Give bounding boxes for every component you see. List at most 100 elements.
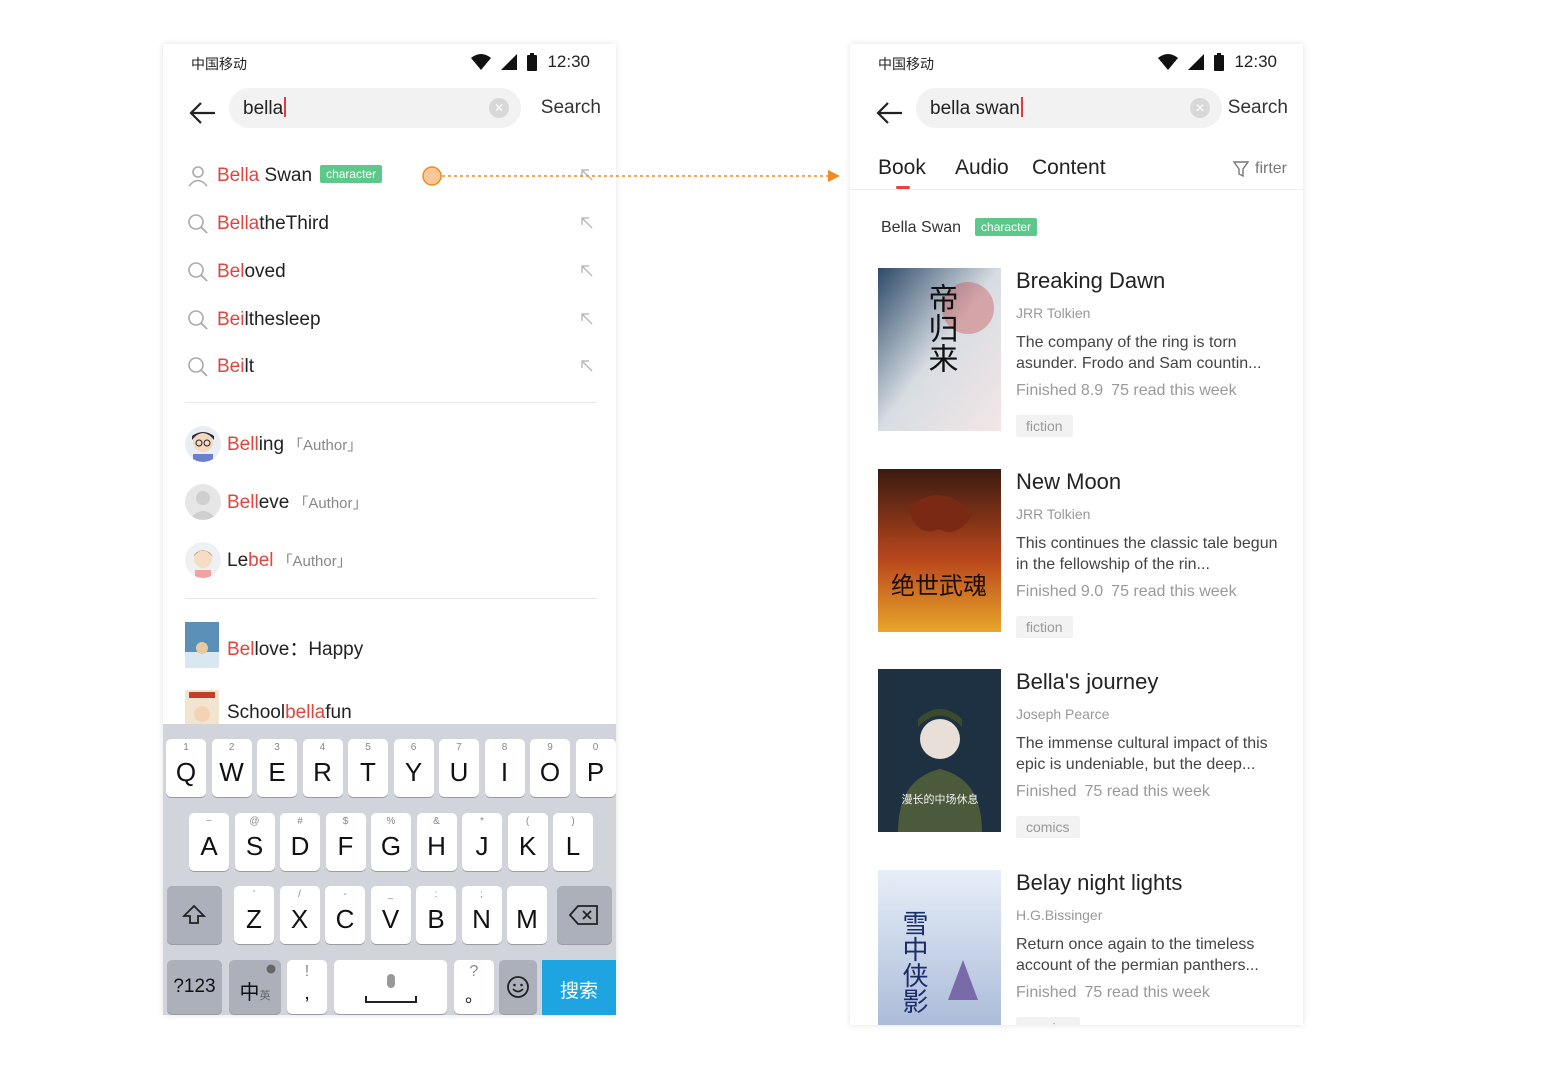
key-u[interactable]: 7U — [439, 739, 479, 797]
globe-icon — [266, 964, 276, 974]
author-row[interactable]: Lebel 「Author」 — [163, 538, 616, 588]
key-v[interactable]: _ V — [370, 886, 411, 944]
suggestion-item[interactable]: Beloved — [163, 251, 616, 295]
key-z[interactable]: ' Z — [234, 886, 274, 944]
key-label: F — [337, 831, 354, 861]
key-l[interactable]: ) L — [553, 813, 593, 871]
key-m[interactable]: M — [507, 886, 547, 944]
fill-arrow-icon[interactable] — [580, 312, 594, 326]
book-status: Finished 9.0 — [1016, 583, 1104, 600]
key-b[interactable]: :B — [416, 886, 456, 944]
search-input[interactable]: bella ✕ — [229, 88, 521, 128]
comma-key[interactable]: !, — [287, 960, 327, 1014]
search-key[interactable]: 搜索 — [542, 960, 616, 1015]
shift-key[interactable] — [167, 886, 222, 944]
backspace-key[interactable] — [557, 886, 612, 944]
search-icon — [188, 262, 208, 282]
key-p[interactable]: 0P — [575, 739, 616, 797]
key-n[interactable]: ; N — [461, 886, 502, 944]
clock: 12:30 — [547, 52, 590, 71]
key-alt-label: ; — [480, 889, 483, 900]
book-author: JRR Tolkien — [1016, 506, 1091, 522]
back-arrow-icon[interactable] — [874, 98, 906, 128]
book-result-card[interactable]: 雪中侠影 Belay night lights H.G.Bissinger Re… — [850, 870, 1303, 1025]
suggestion-item[interactable]: Beilt — [163, 346, 616, 390]
on-screen-keyboard: 1Q2W3E4R5T6Y7U8I9O0P ~ A @ S # D $ F% G & H * J(K) L … — [163, 724, 616, 1015]
period-key[interactable]: ?。 — [454, 960, 494, 1014]
tab-content[interactable]: Content — [1032, 156, 1106, 180]
key-alt-label: 7 — [456, 742, 462, 753]
key-alt-label: * — [480, 816, 484, 827]
key-x[interactable]: / X — [279, 886, 320, 944]
key-label: T — [360, 757, 376, 787]
book-result-card[interactable]: 帝归来 Breaking Dawn JRR Tolkien The compan… — [850, 268, 1303, 458]
tab-audio[interactable]: Audio — [955, 156, 1009, 180]
key-j[interactable]: * J — [462, 813, 502, 871]
tab-book[interactable]: Book — [878, 156, 926, 180]
key-y[interactable]: 6Y — [393, 739, 434, 797]
space-key[interactable] — [334, 960, 447, 1014]
search-icon — [188, 310, 208, 330]
book-status: Finished — [1016, 984, 1077, 1001]
key-k[interactable]: (K — [507, 813, 548, 871]
match-highlight: Bella — [217, 165, 260, 186]
key-label: S — [245, 831, 264, 861]
language-key-label: 中 — [239, 980, 260, 1004]
fill-arrow-icon[interactable] — [580, 264, 594, 278]
book-cover: 帝归来 — [878, 268, 1001, 431]
key-e[interactable]: 3E — [257, 739, 297, 797]
key-s[interactable]: @ S — [234, 813, 275, 871]
key-o[interactable]: 9O — [530, 739, 570, 797]
numbers-key[interactable]: ?123 — [167, 960, 222, 1014]
clock: 12:30 — [1234, 52, 1277, 71]
key-label: B — [427, 904, 445, 934]
character-result[interactable]: Bella Swan character — [881, 218, 1038, 237]
key-a[interactable]: ~ A — [189, 813, 229, 871]
author-row[interactable]: Belling 「Author」 — [163, 422, 616, 472]
genre-tag: comics — [1016, 1017, 1080, 1025]
cover-title-text: 漫长的中场休息 — [902, 792, 979, 806]
search-button[interactable]: Search — [541, 97, 601, 119]
key-alt-label: ( — [525, 816, 530, 827]
book-title: New Moon — [1016, 469, 1122, 494]
book-suggestion-row[interactable]: Bellove：Happy — [163, 622, 616, 672]
key-f[interactable]: $ F — [325, 813, 366, 871]
key-alt-label: : — [434, 889, 438, 900]
suggestion-item[interactable]: Beilthesleep — [163, 299, 616, 343]
cover-title-text: 绝世武魂 — [891, 572, 987, 600]
key-c[interactable]: -C — [325, 886, 365, 944]
search-input[interactable]: bella swan ✕ — [916, 88, 1222, 128]
key-q[interactable]: 1Q — [166, 739, 206, 797]
emoji-key[interactable] — [499, 960, 537, 1014]
clear-icon[interactable]: ✕ — [1190, 98, 1210, 118]
divider — [185, 598, 597, 599]
book-read-count: 75 read this week — [1111, 583, 1237, 600]
key-g[interactable]: % G — [371, 813, 411, 871]
key-alt-label: % — [386, 816, 396, 827]
book-result-card[interactable]: 绝世武魂 New Moon JRR Tolkien This continues… — [850, 469, 1303, 659]
author-row[interactable]: Belleve 「Author」 — [163, 480, 616, 530]
signal-icon — [1188, 54, 1205, 70]
search-button[interactable]: Search — [1228, 97, 1288, 119]
key-i[interactable]: 8I — [484, 739, 525, 797]
key-label: Z — [246, 904, 262, 934]
filter-icon — [1233, 161, 1249, 177]
suggestion-item[interactable]: BellatheThird — [163, 203, 616, 247]
key-r[interactable]: 4R — [302, 739, 343, 797]
clear-icon[interactable]: ✕ — [489, 98, 509, 118]
fill-arrow-icon[interactable] — [580, 216, 594, 230]
book-result-card[interactable]: 漫长的中场休息 Bella's journey Joseph Pearce Th… — [850, 669, 1303, 859]
key-w[interactable]: 2W — [211, 739, 252, 797]
key-label: R — [313, 757, 332, 787]
key-d[interactable]: # D — [280, 813, 320, 871]
book-cover-thumbnail — [185, 622, 219, 668]
key-h[interactable]: & H — [416, 813, 457, 871]
back-arrow-icon[interactable] — [187, 98, 219, 128]
suggestion-text: theThird — [259, 213, 329, 234]
language-key[interactable]: 中英 — [229, 960, 281, 1014]
key-label: O — [539, 757, 561, 787]
carrier-label: 中国移动 — [878, 57, 934, 73]
fill-arrow-icon[interactable] — [580, 359, 594, 373]
filter-button[interactable]: firter — [1233, 160, 1287, 178]
key-t[interactable]: 5T — [348, 739, 388, 797]
